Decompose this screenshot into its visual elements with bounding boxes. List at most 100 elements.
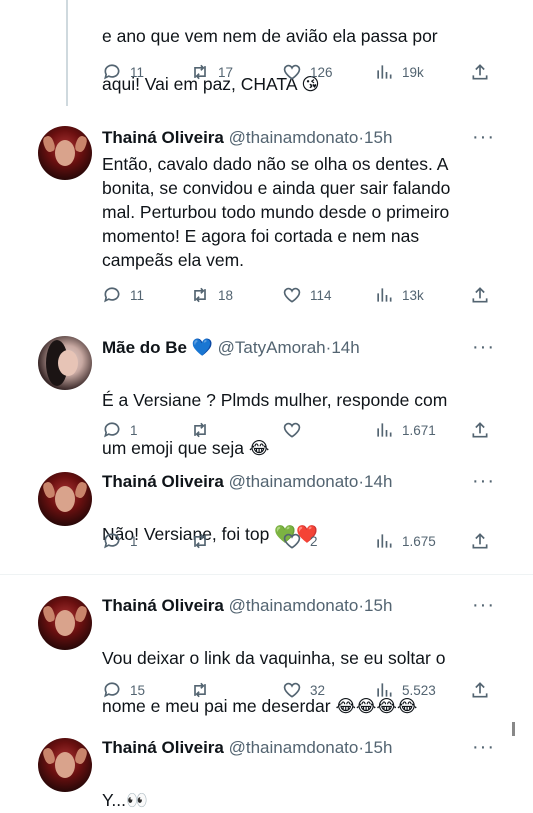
views-icon (377, 65, 392, 79)
heart-icon (283, 533, 301, 549)
reply-icon (104, 682, 120, 698)
display-name[interactable]: Thainá Oliveira (102, 472, 224, 491)
tweet-text: Vou deixar o link da vaquinha, se eu sol… (102, 648, 446, 717)
tweet-header: Thainá Oliveira @thainamdonato·14h (102, 472, 393, 491)
timestamp[interactable]: 15h (364, 738, 392, 757)
laughing-emoji: 😂 (248, 439, 270, 459)
tweet-partial-top[interactable]: e ano que vem nem de avião ela passa por… (0, 0, 533, 106)
tweet-header: Thainá Oliveira @thainamdonato·15h (102, 128, 393, 147)
heart-icon (283, 64, 301, 80)
tweet-text: É a Versiane ? Plmds mulher, responde co… (102, 390, 448, 459)
tweet[interactable]: Mãe do Be 💙 @TatyAmorah·14h ··· É a Vers… (0, 336, 533, 459)
views-button[interactable]: 1.671 (374, 420, 436, 440)
heart-icon (283, 422, 301, 438)
like-count: 114 (310, 287, 332, 303)
like-button[interactable]: 114 (282, 285, 332, 305)
avatar[interactable] (38, 596, 92, 650)
display-name[interactable]: Mãe do Be (102, 338, 187, 357)
tweet[interactable]: Thainá Oliveira @thainamdonato·15h ··· V… (0, 594, 533, 717)
share-icon (472, 287, 488, 303)
timestamp[interactable]: 14h (331, 338, 359, 357)
views-button[interactable]: 1.675 (374, 531, 436, 551)
share-icon (472, 422, 488, 438)
more-options-icon[interactable]: ··· (472, 470, 495, 493)
reply-icon (104, 533, 120, 549)
divider (0, 574, 533, 575)
retweet-button[interactable] (190, 680, 210, 700)
retweet-icon (194, 287, 206, 303)
retweet-button[interactable]: 17 (190, 62, 233, 82)
tweet-text: Y...👀 (102, 790, 148, 811)
retweet-count: 17 (218, 64, 234, 80)
retweet-icon (194, 64, 206, 80)
views-icon (377, 288, 392, 302)
share-button[interactable] (470, 680, 490, 700)
tweet-text: Então, cavalo dado não se olha os dentes… (102, 154, 451, 270)
reply-button[interactable]: 11 (102, 62, 144, 82)
tweet-header: Mãe do Be 💙 @TatyAmorah·14h (102, 338, 360, 358)
like-count: 126 (310, 64, 333, 80)
more-options-icon[interactable]: ··· (472, 126, 495, 149)
retweet-button[interactable] (190, 531, 210, 551)
share-button[interactable] (470, 62, 490, 82)
share-button[interactable] (470, 531, 490, 551)
display-name[interactable]: Thainá Oliveira (102, 738, 224, 757)
tweet-actions: 11 18 114 13k (102, 285, 502, 307)
avatar[interactable] (38, 126, 92, 180)
user-handle[interactable]: @thainamdonato (229, 472, 359, 491)
reply-count: 1 (130, 533, 138, 549)
user-handle[interactable]: @TatyAmorah (218, 338, 326, 357)
blue-heart-emoji: 💙 (191, 338, 213, 358)
reply-button[interactable]: 1 (102, 531, 138, 551)
more-options-icon[interactable]: ··· (472, 594, 495, 617)
avatar[interactable] (38, 472, 92, 526)
views-button[interactable]: 13k (374, 285, 424, 305)
avatar[interactable] (38, 738, 92, 792)
views-icon (377, 683, 392, 697)
more-options-icon[interactable]: ··· (472, 336, 495, 359)
tweet-header: Thainá Oliveira @thainamdonato·15h (102, 596, 393, 615)
tweet-actions: 1 2 1.675 (102, 531, 502, 553)
like-count: 32 (310, 682, 326, 698)
views-count: 5.523 (402, 682, 436, 698)
like-button[interactable]: 2 (282, 531, 318, 551)
retweet-icon (194, 533, 206, 549)
share-button[interactable] (470, 285, 490, 305)
display-name[interactable]: Thainá Oliveira (102, 128, 224, 147)
views-button[interactable]: 19k (374, 62, 424, 82)
reply-button[interactable]: 15 (102, 680, 145, 700)
like-button[interactable] (282, 420, 302, 440)
reply-count: 1 (130, 422, 138, 438)
tweet-actions: 1 1.671 (102, 420, 502, 442)
share-icon (472, 682, 488, 698)
reply-button[interactable]: 1 (102, 420, 138, 440)
tweet[interactable]: Thainá Oliveira @thainamdonato·15h ··· Y… (0, 736, 533, 811)
avatar[interactable] (38, 336, 92, 390)
reply-icon (104, 287, 120, 303)
retweet-button[interactable] (190, 420, 210, 440)
timestamp[interactable]: 15h (364, 596, 392, 615)
retweet-button[interactable]: 18 (190, 285, 233, 305)
reply-button[interactable]: 11 (102, 285, 144, 305)
views-button[interactable]: 5.523 (374, 680, 436, 700)
more-options-icon[interactable]: ··· (472, 736, 495, 759)
timestamp[interactable]: 14h (364, 472, 392, 491)
views-icon (377, 534, 392, 548)
reply-icon (104, 422, 120, 438)
like-button[interactable]: 126 (282, 62, 333, 82)
eyes-emoji: 👀 (126, 791, 148, 811)
views-icon (377, 423, 392, 437)
share-button[interactable] (470, 420, 490, 440)
like-button[interactable]: 32 (282, 680, 325, 700)
display-name[interactable]: Thainá Oliveira (102, 596, 224, 615)
tweet-actions: 15 32 5.523 (102, 680, 502, 702)
user-handle[interactable]: @thainamdonato (229, 738, 359, 757)
scrollbar-thumb[interactable] (512, 722, 515, 736)
tweet-header: Thainá Oliveira @thainamdonato·15h (102, 738, 393, 757)
tweet[interactable]: Thainá Oliveira @thainamdonato·15h ··· E… (0, 124, 533, 320)
timestamp[interactable]: 15h (364, 128, 392, 147)
retweet-count: 18 (218, 287, 234, 303)
user-handle[interactable]: @thainamdonato (229, 128, 359, 147)
tweet[interactable]: Thainá Oliveira @thainamdonato·14h ··· N… (0, 470, 533, 560)
user-handle[interactable]: @thainamdonato (229, 596, 359, 615)
